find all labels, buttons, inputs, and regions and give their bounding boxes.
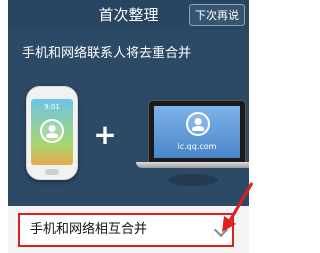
skip-button[interactable]: 下次再说 <box>189 4 245 26</box>
laptop-shadow <box>168 174 218 186</box>
phone-clock: 9:01 <box>44 103 60 111</box>
merge-contacts-screen: 首次整理 下次再说 手机和网络联系人将去重合并 9:01 + ic.qq.com… <box>8 0 249 253</box>
laptop-screen: ic.qq.com <box>154 106 240 158</box>
contact-avatar-icon <box>186 112 210 136</box>
merge-option-row[interactable]: 手机和网络相互合并 <box>18 213 234 247</box>
phone-home-button <box>45 169 59 175</box>
chevron-down-icon <box>213 222 229 238</box>
merge-option-label: 手机和网络相互合并 <box>30 222 148 237</box>
merge-description: 手机和网络联系人将去重合并 <box>22 46 192 61</box>
phone-screen: 9:01 <box>31 99 73 165</box>
contact-avatar-icon <box>40 119 64 143</box>
laptop-url: ic.qq.com <box>177 142 217 151</box>
laptop-icon: ic.qq.com <box>148 100 246 164</box>
smartphone-icon: 9:01 <box>26 86 78 180</box>
plus-icon: + <box>93 118 117 151</box>
laptop-base <box>136 162 249 168</box>
